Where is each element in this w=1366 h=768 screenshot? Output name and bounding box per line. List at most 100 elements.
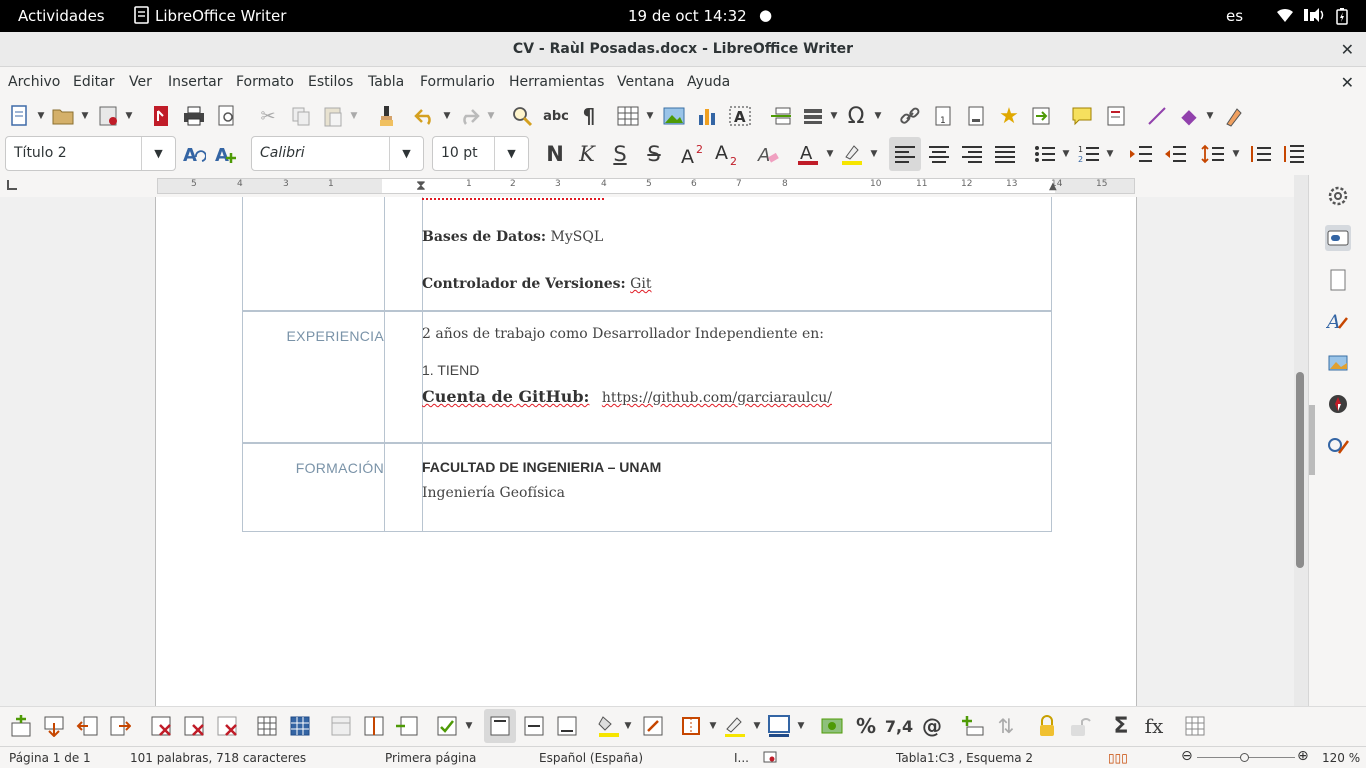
status-page-style[interactable]: Primera página xyxy=(385,751,476,765)
paste-dropdown-icon[interactable]: ▼ xyxy=(349,111,359,121)
insert-table-icon[interactable] xyxy=(615,103,641,129)
insert-columns-after-icon[interactable] xyxy=(107,713,133,739)
keyboard-language[interactable]: es xyxy=(1226,7,1243,25)
new-style-icon[interactable]: A xyxy=(213,141,239,167)
menu-insertar[interactable]: Insertar xyxy=(168,74,223,90)
draw-functions-icon[interactable] xyxy=(1221,103,1247,129)
window-close-icon[interactable]: ✕ xyxy=(1341,32,1354,67)
education-degree[interactable]: Ingeniería Geofísica xyxy=(422,485,565,501)
open-folder-icon[interactable] xyxy=(50,103,76,129)
font-color-dropdown-icon[interactable]: ▼ xyxy=(825,149,835,159)
battery-icon[interactable] xyxy=(1336,7,1348,29)
zoom-in-icon[interactable]: ⊕ xyxy=(1297,748,1309,764)
zoom-slider-knob[interactable] xyxy=(1240,753,1249,762)
subscript-icon[interactable]: A2 xyxy=(714,141,740,167)
select-table-icon[interactable] xyxy=(287,713,313,739)
volume-icon[interactable] xyxy=(1309,7,1327,27)
merge-cells-icon[interactable] xyxy=(328,713,354,739)
sidebar-page-icon[interactable] xyxy=(1325,267,1351,293)
select-cell-icon[interactable] xyxy=(254,713,280,739)
menu-archivo[interactable]: Archivo xyxy=(8,74,60,90)
sidebar-manage-changes-icon[interactable] xyxy=(1325,433,1351,459)
split-table-icon[interactable] xyxy=(394,713,420,739)
basic-shapes-icon[interactable]: ◆ xyxy=(1176,103,1202,129)
increase-indent-icon[interactable] xyxy=(1128,141,1154,167)
split-cells-icon[interactable] xyxy=(361,713,387,739)
menu-editar[interactable]: Editar xyxy=(73,74,114,90)
document-page[interactable]: Bases de Datos: MySQL Controlador de Ver… xyxy=(155,197,1137,706)
track-changes-icon[interactable] xyxy=(1104,103,1130,129)
number-format-currency-icon[interactable] xyxy=(819,713,845,739)
paste-icon[interactable] xyxy=(320,103,346,129)
number-format-decimal-icon[interactable]: 7,4 xyxy=(885,713,913,739)
sidebar-collapse-handle[interactable] xyxy=(1309,405,1315,475)
insert-rows-below-icon[interactable] xyxy=(41,713,67,739)
hyperlink-icon[interactable] xyxy=(897,103,923,129)
clear-formatting-icon[interactable]: A xyxy=(756,141,782,167)
menu-formulario[interactable]: Formulario xyxy=(420,74,495,90)
delete-table-icon[interactable] xyxy=(214,713,240,739)
number-recognition-icon[interactable]: @ xyxy=(919,713,945,739)
github-url[interactable]: https://github.com/garciaraulcu/ xyxy=(602,390,832,406)
app-menu-label[interactable]: LibreOffice Writer xyxy=(155,7,286,25)
activities-button[interactable]: Actividades xyxy=(18,7,105,25)
tab-stop-selector-icon[interactable] xyxy=(7,180,17,190)
font-name-dropdown-icon[interactable]: ▼ xyxy=(389,137,423,170)
window-titlebar[interactable]: CV - Raùl Posadas.docx - LibreOffice Wri… xyxy=(0,32,1366,67)
delete-columns-icon[interactable] xyxy=(181,713,207,739)
border-color-dropdown-icon[interactable]: ▼ xyxy=(796,721,806,731)
insert-page-break-icon[interactable] xyxy=(768,103,794,129)
bold-icon[interactable]: N xyxy=(542,141,568,167)
line-spacing-dropdown-icon[interactable]: ▼ xyxy=(1231,149,1241,159)
insert-columns-before-icon[interactable] xyxy=(74,713,100,739)
new-dropdown-icon[interactable]: ▼ xyxy=(36,111,46,121)
cell-background-icon[interactable] xyxy=(596,713,622,739)
vertical-scrollbar[interactable] xyxy=(1294,175,1308,706)
border-style-icon[interactable] xyxy=(722,713,748,739)
highlight-color-icon[interactable] xyxy=(839,141,865,167)
paragraph-style-box[interactable]: Título 2 ▼ xyxy=(5,136,176,171)
menu-tabla[interactable]: Tabla xyxy=(368,74,404,90)
sidebar-properties-icon[interactable] xyxy=(1325,225,1351,251)
border-style-dropdown-icon[interactable]: ▼ xyxy=(752,721,762,731)
section-education[interactable]: FORMACIÓN xyxy=(256,460,384,476)
skill-databases[interactable]: Bases de Datos: MySQL xyxy=(422,229,603,245)
ordered-list-icon[interactable]: 12 xyxy=(1076,141,1102,167)
zoom-out-icon[interactable]: ⊖ xyxy=(1181,748,1193,764)
font-name-value[interactable]: Calibri xyxy=(260,145,305,161)
bookmark-icon[interactable]: ★ xyxy=(996,103,1022,129)
experience-item[interactable]: 1. TIEND xyxy=(422,362,479,378)
highlight-dropdown-icon[interactable]: ▼ xyxy=(869,149,879,159)
strikethrough-icon[interactable]: S xyxy=(641,141,667,167)
menu-formato[interactable]: Formato xyxy=(236,74,294,90)
redo-dropdown-icon[interactable]: ▼ xyxy=(486,111,496,121)
number-format-percent-icon[interactable]: % xyxy=(853,713,879,739)
save-dropdown-icon[interactable]: ▼ xyxy=(124,111,134,121)
document-close-icon[interactable]: ✕ xyxy=(1341,73,1354,92)
align-center-icon[interactable] xyxy=(926,141,952,167)
field-dropdown-icon[interactable]: ▼ xyxy=(829,111,839,121)
menu-herramientas[interactable]: Herramientas xyxy=(509,74,604,90)
selection-mode-icon[interactable] xyxy=(763,751,777,766)
menu-ver[interactable]: Ver xyxy=(129,74,152,90)
italic-icon[interactable]: K xyxy=(574,141,600,167)
border-color-icon[interactable] xyxy=(766,713,792,739)
status-table-info[interactable]: Tabla1:C3 , Esquema 2 xyxy=(896,751,1033,765)
font-size-value[interactable]: 10 pt xyxy=(441,145,478,161)
status-page[interactable]: Página 1 de 1 xyxy=(9,751,91,765)
menu-ventana[interactable]: Ventana xyxy=(617,74,675,90)
update-style-icon[interactable]: A xyxy=(181,141,207,167)
font-size-box[interactable]: 10 pt ▼ xyxy=(432,136,529,171)
indent-marker-icon[interactable]: ⧗ xyxy=(416,178,426,194)
optimize-size-icon[interactable] xyxy=(434,713,460,739)
find-replace-icon[interactable] xyxy=(509,103,535,129)
decrease-indent-icon[interactable] xyxy=(1162,141,1188,167)
undo-icon[interactable] xyxy=(412,103,438,129)
optimize-dropdown-icon[interactable]: ▼ xyxy=(464,721,474,731)
save-icon[interactable] xyxy=(96,103,122,129)
insert-line-icon[interactable] xyxy=(1144,103,1170,129)
spelling-icon[interactable]: abc xyxy=(543,103,569,129)
status-zoom-level[interactable]: 120 % xyxy=(1322,751,1360,765)
ordered-list-dropdown-icon[interactable]: ▼ xyxy=(1105,149,1115,159)
line-spacing-icon[interactable] xyxy=(1200,141,1226,167)
